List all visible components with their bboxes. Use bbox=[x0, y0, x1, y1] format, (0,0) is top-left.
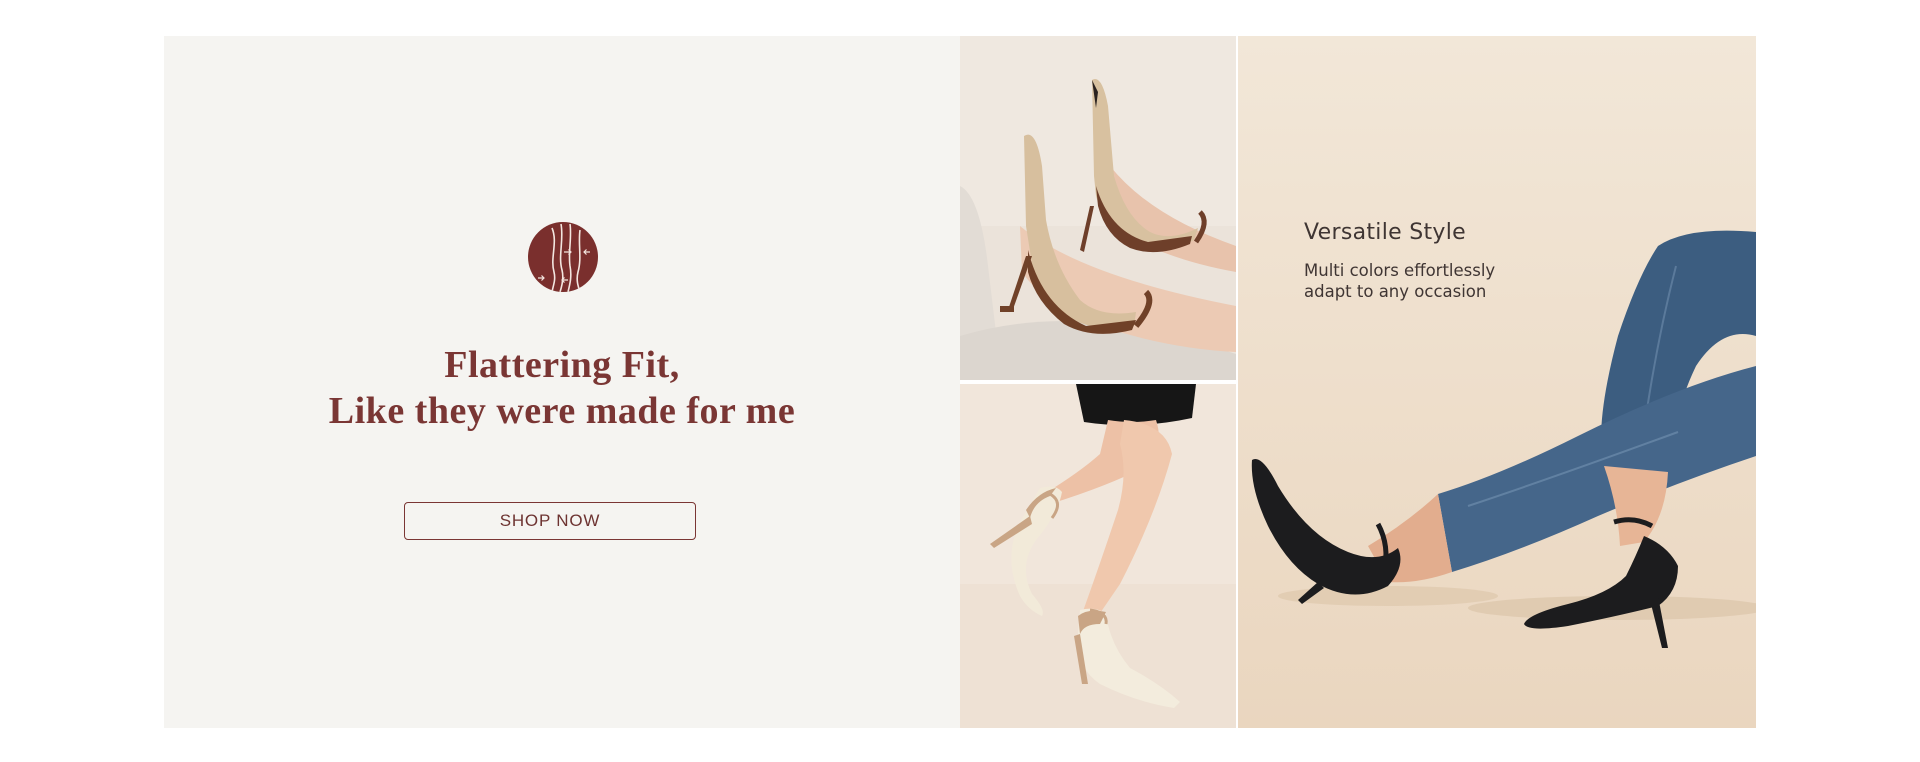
photo-tan-heels[interactable] bbox=[960, 36, 1236, 380]
subtitle-line-1: Multi colors effortlessly bbox=[1304, 261, 1496, 280]
subtitle-line-2: adapt to any occasion bbox=[1304, 282, 1487, 301]
shop-now-button[interactable]: SHOP NOW bbox=[404, 502, 696, 540]
headline-line-2: Like they were made for me bbox=[328, 390, 796, 432]
fit-legs-icon bbox=[528, 222, 598, 292]
versatile-style-subtitle: Multi colors effortlessly adapt to any o… bbox=[1304, 260, 1564, 302]
promo-panel: Flattering Fit, Like they were made for … bbox=[164, 36, 960, 728]
photo-versatile-style[interactable]: Versatile Style Multi colors effortlessl… bbox=[1238, 36, 1756, 728]
promo-headline: Flattering Fit, Like they were made for … bbox=[164, 342, 960, 434]
hero-banner: Flattering Fit, Like they were made for … bbox=[164, 36, 1756, 728]
versatile-style-title: Versatile Style bbox=[1304, 220, 1467, 245]
headline-line-1: Flattering Fit, bbox=[444, 344, 680, 386]
photo-ivory-heels[interactable] bbox=[960, 384, 1236, 728]
